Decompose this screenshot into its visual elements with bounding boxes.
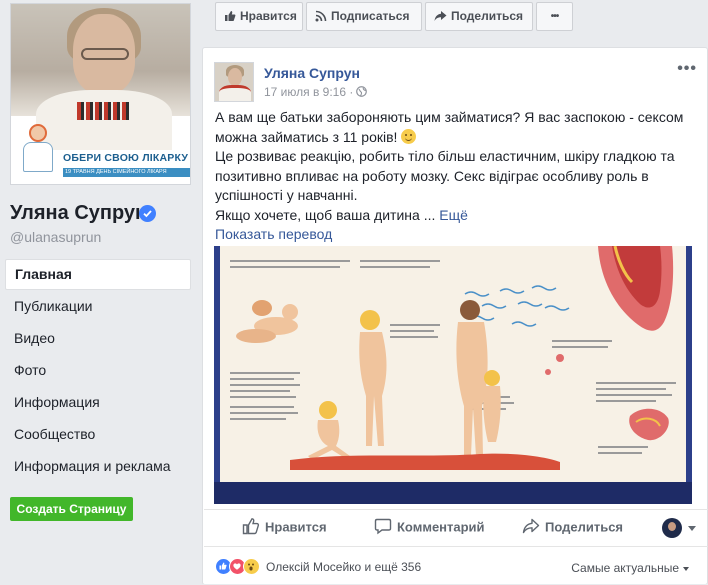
post-time[interactable]: 17 июля в 9:16 · (264, 85, 353, 99)
thumbs-up-icon (242, 518, 260, 535)
rss-icon (315, 10, 327, 22)
verified-check-icon (139, 205, 156, 222)
page-title[interactable]: Уляна Супрун (10, 202, 147, 225)
subscribe-button[interactable]: Подписаться (306, 2, 422, 31)
campaign-banner-title: ОБЕРИ СВОЮ ЛІКАРКУ (63, 152, 189, 164)
post-like-button[interactable]: Нравится (242, 518, 327, 537)
doctor-illustration-head (29, 124, 47, 142)
avatar-shirt (219, 85, 251, 101)
share-arrow-icon (522, 518, 540, 534)
speech-bubble-icon (374, 518, 392, 535)
show-translation-link[interactable]: Показать перевод (215, 226, 332, 242)
post-text-line-2: Це розвиває реакцію, робить тіло більш е… (215, 148, 675, 203)
globe-icon (356, 86, 368, 98)
reaction-names[interactable]: Олексій Мосейко и ещё 356 (266, 560, 421, 574)
page-sidebar: ОБЕРИ СВОЮ ЛІКАРКУ 19 ТРАВНЯ ДЕНЬ СІМЕЙН… (0, 0, 200, 585)
page-nav: Главная Публикации Видео Фото Информация… (5, 259, 191, 482)
share-arrow-icon (434, 10, 447, 21)
reaction-icons[interactable] (215, 558, 265, 576)
smile-emoji-icon (401, 128, 417, 144)
subscribe-label: Подписаться (331, 9, 410, 23)
page-share-label: Поделиться (451, 9, 524, 23)
campaign-banner-subtitle: 19 ТРАВНЯ ДЕНЬ СІМЕЙНОГО ЛІКАРЯ (63, 168, 190, 177)
book-illustration (230, 246, 676, 470)
reactions-summary: Олексій Мосейко и ещё 356 Самые актуальн… (215, 558, 699, 576)
post-share-label: Поделиться (545, 519, 624, 535)
thumbs-up-icon (225, 10, 236, 21)
chevron-down-icon[interactable] (688, 526, 696, 531)
create-page-button[interactable]: Создать Страницу (10, 497, 133, 521)
chevron-down-icon (683, 566, 689, 571)
post-text: А вам ще батьки забороняють цим займатис… (215, 108, 699, 225)
avatar-face (228, 68, 242, 86)
post-image-book-page (220, 246, 686, 488)
post-share-button[interactable]: Поделиться (522, 518, 624, 537)
post-comment-label: Комментарий (397, 519, 485, 535)
wow-reaction-icon (243, 558, 260, 575)
post-image-book-edge (214, 482, 692, 504)
doctor-illustration (19, 124, 57, 176)
nav-item-photos[interactable]: Фото (5, 354, 191, 386)
profile-photo-glasses (81, 48, 129, 60)
profile-picture[interactable]: ОБЕРИ СВОЮ ЛІКАРКУ 19 ТРАВНЯ ДЕНЬ СІМЕЙН… (10, 3, 191, 185)
nav-item-home[interactable]: Главная (5, 259, 191, 290)
post-like-label: Нравится (265, 519, 327, 535)
post-image[interactable] (214, 246, 692, 504)
author-avatar[interactable] (214, 62, 254, 102)
post-author-name[interactable]: Уляна Супрун (264, 65, 360, 81)
viewer-avatar[interactable] (662, 518, 682, 538)
profile-photo-embroidery (77, 102, 131, 120)
page-like-label: Нравится (240, 9, 297, 23)
page-share-button[interactable]: Поделиться (425, 2, 533, 31)
page-action-bar: Нравится Подписаться Поделиться ••• (215, 0, 708, 34)
nav-item-about[interactable]: Информация (5, 386, 191, 418)
nav-item-community[interactable]: Сообщество (5, 418, 191, 450)
comment-sort-dropdown[interactable]: Самые актуальные (571, 561, 689, 575)
post-comment-button[interactable]: Комментарий (374, 518, 485, 537)
post-text-line-1: А вам ще батьки забороняють цим займатис… (215, 109, 684, 145)
post-options-button[interactable]: ••• (677, 60, 697, 78)
comment-sort-label: Самые актуальные (571, 561, 679, 575)
nav-item-videos[interactable]: Видео (5, 322, 191, 354)
nav-item-posts[interactable]: Публикации (5, 290, 191, 322)
post-card: Уляна Супрун 17 июля в 9:16 · ••• А вам … (202, 47, 708, 585)
see-more-link[interactable]: Ещё (439, 207, 468, 223)
page-like-button[interactable]: Нравится (215, 2, 303, 31)
post-action-bar: Нравится Комментарий Поделиться (204, 509, 708, 547)
page-handle[interactable]: @ulanasuprun (10, 229, 101, 245)
doctor-illustration-body (23, 142, 53, 172)
post-text-line-3: Якщо хочете, щоб ваша дитина ... (215, 206, 436, 223)
page-more-button[interactable]: ••• (536, 2, 573, 31)
nav-item-info-and-ads[interactable]: Информация и реклама (5, 450, 191, 482)
post-timestamp[interactable]: 17 июля в 9:16 · (264, 85, 368, 99)
